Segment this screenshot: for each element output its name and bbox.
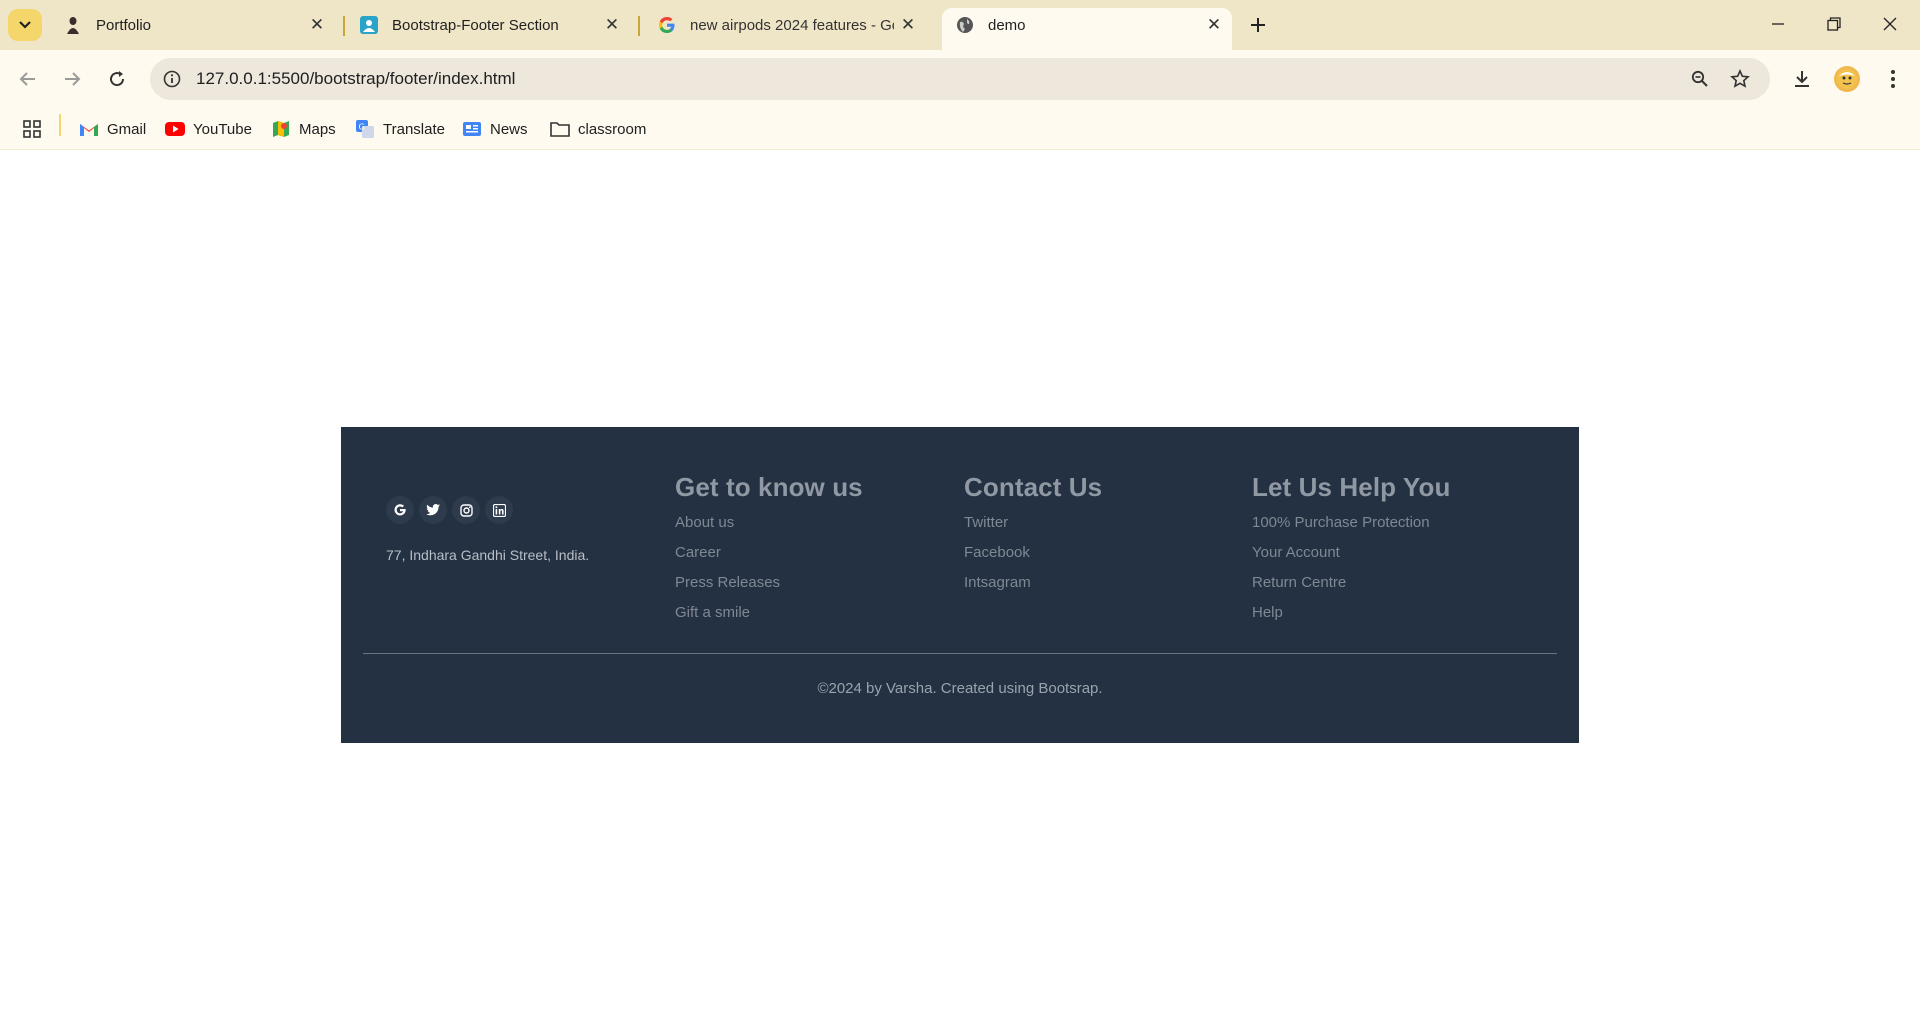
back-button[interactable]: [11, 62, 45, 96]
plus-icon: [1251, 18, 1265, 32]
footer-link-return-centre[interactable]: Return Centre: [1252, 573, 1450, 603]
bookmark-maps[interactable]: Maps: [271, 118, 336, 140]
apps-grid-icon: [22, 120, 42, 138]
footer-link-career[interactable]: Career: [675, 543, 863, 573]
zoom-icon[interactable]: [1688, 67, 1712, 91]
svg-text:G: G: [359, 123, 365, 132]
close-icon[interactable]: ✕: [1200, 11, 1228, 39]
google-icon[interactable]: [386, 496, 414, 524]
reload-button[interactable]: [100, 62, 134, 96]
minimize-icon: [1772, 23, 1784, 25]
bookmark-label: News: [490, 120, 528, 138]
address-bar[interactable]: 127.0.0.1:5500/bootstrap/footer/index.ht…: [150, 58, 1770, 100]
reload-icon: [110, 71, 125, 87]
apps-button[interactable]: [22, 118, 50, 140]
tab-bootstrap-footer[interactable]: Bootstrap-Footer Section ✕: [346, 8, 630, 42]
tab-portfolio[interactable]: Portfolio ✕: [50, 8, 335, 42]
url-text[interactable]: 127.0.0.1:5500/bootstrap/footer/index.ht…: [196, 69, 515, 89]
translate-icon: G: [355, 120, 375, 138]
arrow-right-icon: [65, 72, 81, 86]
google-favicon: [658, 16, 676, 34]
bookmark-youtube[interactable]: YouTube: [165, 118, 252, 140]
tab-title: new airpods 2024 features - Go: [690, 16, 894, 34]
bookmarks-separator: [59, 114, 61, 136]
youtube-icon: [165, 120, 185, 138]
close-window-button[interactable]: [1862, 6, 1918, 42]
footer-link-purchase-protection[interactable]: 100% Purchase Protection: [1252, 513, 1450, 543]
bookmark-gmail[interactable]: Gmail: [79, 118, 146, 140]
bookmark-star-icon[interactable]: [1728, 67, 1752, 91]
column-heading: Let Us Help You: [1252, 472, 1451, 502]
twitter-icon[interactable]: [419, 496, 447, 524]
instagram-icon[interactable]: [452, 496, 480, 524]
social-links: [386, 496, 513, 524]
browser-menu-button[interactable]: [1876, 62, 1910, 96]
close-icon[interactable]: ✕: [303, 11, 331, 39]
bookmark-label: classroom: [578, 120, 647, 138]
close-icon[interactable]: ✕: [598, 11, 626, 39]
bookmark-label: YouTube: [193, 120, 252, 138]
footer-column-contact-us: Contact Us Twitter Facebook Intsagram: [964, 472, 1102, 603]
footer-column-get-to-know-us: Get to know us About us Career Press Rel…: [675, 472, 863, 633]
footer-column-let-us-help-you: Let Us Help You 100% Purchase Protection…: [1252, 472, 1450, 633]
news-icon: [462, 120, 482, 138]
footer-link-twitter[interactable]: Twitter: [964, 513, 1102, 543]
profile-button[interactable]: [1830, 62, 1864, 96]
arrow-left-icon: [19, 72, 35, 86]
forward-button[interactable]: [55, 62, 89, 96]
tab-separator: [343, 16, 345, 36]
copyright-text: ©2024 by Varsha. Created using Bootsrap.: [817, 680, 1103, 697]
tab-google-search[interactable]: new airpods 2024 features - Go ✕: [644, 8, 926, 42]
restore-icon: [1827, 17, 1841, 31]
footer-divider: [363, 653, 1557, 654]
tab-separator: [638, 16, 640, 36]
linkedin-icon[interactable]: [485, 496, 513, 524]
minimize-button[interactable]: [1750, 6, 1806, 42]
browser-toolbar: 127.0.0.1:5500/bootstrap/footer/index.ht…: [0, 50, 1920, 108]
chevron-down-icon: [19, 21, 31, 29]
restore-button[interactable]: [1806, 6, 1862, 42]
bookmark-label: Translate: [383, 120, 445, 138]
bookmark-label: Maps: [299, 120, 336, 138]
portfolio-favicon: [64, 16, 82, 34]
close-icon: [1883, 17, 1897, 31]
maps-icon: [271, 120, 291, 138]
folder-icon: [550, 120, 570, 138]
new-tab-button[interactable]: [1243, 10, 1273, 40]
tab-title: demo: [988, 16, 1026, 34]
tab-bar: Portfolio ✕ Bootstrap-Footer Section ✕ n…: [0, 0, 1920, 50]
downloads-button[interactable]: [1785, 62, 1819, 96]
bootstrap-favicon: [360, 16, 378, 34]
footer-link-about-us[interactable]: About us: [675, 513, 863, 543]
tab-demo-active[interactable]: demo ✕: [942, 8, 1232, 50]
footer-link-your-account[interactable]: Your Account: [1252, 543, 1450, 573]
footer-link-press-releases[interactable]: Press Releases: [675, 573, 863, 603]
gmail-icon: [79, 120, 99, 138]
footer-link-help[interactable]: Help: [1252, 603, 1450, 633]
bookmark-label: Gmail: [107, 120, 147, 138]
bookmark-translate[interactable]: G Translate: [355, 118, 445, 140]
footer-link-instagram[interactable]: Intsagram: [964, 573, 1102, 603]
column-heading: Get to know us: [675, 472, 863, 502]
tab-title: Bootstrap-Footer Section: [392, 16, 559, 34]
bookmark-classroom-folder[interactable]: classroom: [550, 118, 646, 140]
close-icon[interactable]: ✕: [894, 11, 922, 39]
tab-title: Portfolio: [96, 16, 152, 34]
footer-link-gift-a-smile[interactable]: Gift a smile: [675, 603, 863, 633]
bookmarks-bar: Gmail YouTube Maps G Translate News clas…: [0, 108, 1920, 150]
more-vertical-icon: [1891, 70, 1895, 88]
avatar: [1834, 66, 1860, 92]
footer-address: 77, Indhara Gandhi Street, India.: [386, 547, 590, 563]
site-footer: 77, Indhara Gandhi Street, India. Get to…: [341, 427, 1579, 743]
globe-icon: [956, 16, 974, 34]
bookmark-news[interactable]: News: [462, 118, 528, 140]
site-info-icon[interactable]: [160, 67, 184, 91]
tab-search-button[interactable]: [8, 9, 42, 41]
column-heading: Contact Us: [964, 472, 1103, 502]
download-icon: [1795, 71, 1809, 87]
footer-link-facebook[interactable]: Facebook: [964, 543, 1102, 573]
